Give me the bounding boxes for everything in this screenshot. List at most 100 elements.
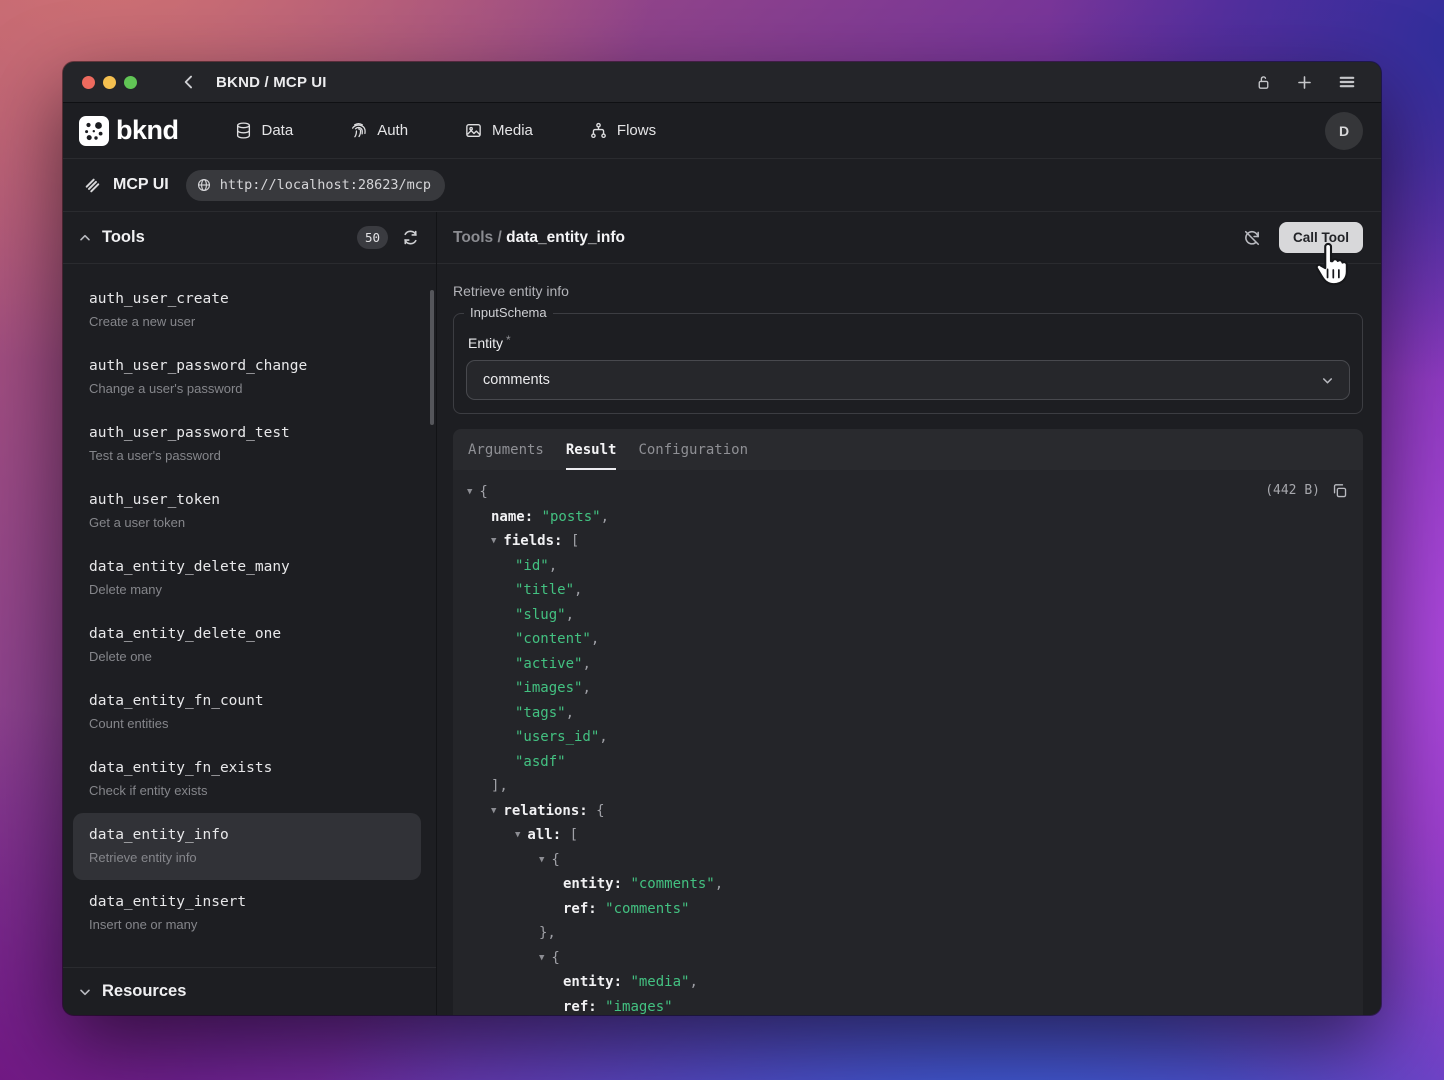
collapse-arrow-icon[interactable]: ▼ — [467, 487, 472, 497]
tool-name: auth_user_token — [89, 489, 416, 512]
json-token: , — [574, 582, 582, 598]
tool-list-item[interactable]: data_entity_fn_existsCheck if entity exi… — [63, 746, 436, 813]
json-token: "users_id" — [515, 729, 599, 745]
tab-arguments[interactable]: Arguments — [468, 429, 544, 470]
database-icon — [234, 121, 253, 140]
collapse-arrow-icon[interactable]: ▼ — [539, 855, 544, 865]
json-token: entity: — [563, 876, 630, 892]
lock-open-icon[interactable] — [1255, 74, 1272, 91]
chevron-down-icon — [1320, 373, 1335, 388]
tool-list-item[interactable]: data_entity_fn_countCount entities — [63, 679, 436, 746]
tool-list-item[interactable]: auth_user_password_changeChange a user's… — [63, 344, 436, 411]
bknd-logo-icon — [79, 116, 109, 146]
json-token: , — [715, 876, 723, 892]
json-token: , — [566, 607, 574, 623]
json-token: , — [599, 729, 607, 745]
nav-item-auth[interactable]: Auth — [349, 121, 408, 140]
tool-name: data_entity_fn_exists — [89, 757, 416, 780]
nav-item-data[interactable]: Data — [234, 121, 294, 140]
entity-select[interactable]: comments — [466, 360, 1350, 400]
json-line: ▼{ — [467, 946, 1349, 971]
json-token: all: — [527, 827, 569, 843]
resources-section-header[interactable]: Resources — [63, 967, 436, 1015]
tool-description: Check if entity exists — [89, 781, 416, 801]
json-token: { — [596, 803, 604, 819]
tool-name: auth_user_create — [89, 288, 416, 311]
tool-list-item[interactable]: data_entity_infoRetrieve entity info — [73, 813, 421, 880]
json-token: relations: — [503, 803, 596, 819]
breadcrumb-section[interactable]: Tools — [453, 229, 493, 246]
maximize-window-button[interactable] — [124, 76, 137, 89]
back-icon[interactable] — [179, 72, 199, 92]
json-token: "tags" — [515, 705, 566, 721]
tool-list-item[interactable]: auth_user_password_testTest a user's pas… — [63, 411, 436, 478]
nav-item-flows[interactable]: Flows — [589, 121, 656, 140]
result-tabs: Arguments Result Configuration — [453, 429, 1363, 470]
tool-list-item[interactable]: auth_user_tokenGet a user token — [63, 478, 436, 545]
breadcrumb-separator: / — [493, 229, 506, 246]
tool-description: Retrieve entity info — [89, 848, 401, 868]
new-tab-icon[interactable] — [1295, 73, 1314, 92]
tool-list-item[interactable]: data_entity_delete_manyDelete many — [63, 545, 436, 612]
bknd-logo[interactable]: bknd — [79, 115, 179, 146]
json-token: [ — [571, 533, 579, 549]
collapse-arrow-icon[interactable]: ▼ — [491, 536, 496, 546]
json-token: { — [551, 950, 559, 966]
json-token: ], — [491, 778, 508, 794]
json-line: ▼ fields: [ — [467, 529, 1349, 554]
refresh-icon[interactable] — [401, 228, 420, 247]
call-tool-button[interactable]: Call Tool — [1279, 222, 1363, 253]
tool-list-item[interactable]: data_entity_delete_oneDelete one — [63, 612, 436, 679]
json-token: "comments" — [630, 876, 714, 892]
mcp-icon — [83, 176, 102, 195]
json-line: }, — [467, 921, 1349, 946]
fingerprint-icon — [349, 121, 368, 140]
tools-section-header[interactable]: Tools 50 — [63, 212, 436, 264]
json-line: "active", — [467, 652, 1349, 677]
minimize-window-button[interactable] — [103, 76, 116, 89]
json-line: ▼ relations: { — [467, 799, 1349, 824]
tool-description: Delete one — [89, 647, 416, 667]
json-token: "slug" — [515, 607, 566, 623]
nav-item-label: Data — [262, 122, 294, 139]
json-line: ▼all: [ — [467, 823, 1349, 848]
top-nav: bknd Data Auth Media Flows D — [63, 103, 1381, 158]
collapse-arrow-icon[interactable]: ▼ — [539, 953, 544, 963]
sidebar-scrollbar[interactable] — [430, 290, 434, 425]
json-token: "asdf" — [515, 754, 566, 770]
mcp-url-pill[interactable]: http://localhost:28623/mcp — [186, 170, 445, 201]
copy-icon[interactable] — [1331, 482, 1348, 499]
json-line: "slug", — [467, 603, 1349, 628]
required-asterisk: * — [506, 333, 511, 347]
json-token: { — [551, 852, 559, 868]
json-line: "title", — [467, 578, 1349, 603]
tool-list-item[interactable]: data_entity_insertInsert one or many — [63, 880, 436, 947]
close-window-button[interactable] — [82, 76, 95, 89]
collapse-arrow-icon[interactable]: ▼ — [515, 830, 520, 840]
json-token: entity: — [563, 974, 630, 990]
json-token: "active" — [515, 656, 582, 672]
json-line: "asdf" — [467, 750, 1349, 775]
json-line: entity: "comments", — [467, 872, 1349, 897]
tool-name: data_entity_delete_one — [89, 623, 416, 646]
json-token: fields: — [503, 533, 570, 549]
chevron-down-icon — [77, 984, 93, 1000]
tab-configuration[interactable]: Configuration — [638, 429, 748, 470]
json-token: "comments" — [605, 901, 689, 917]
collapse-arrow-icon[interactable]: ▼ — [491, 806, 496, 816]
tools-count-badge: 50 — [357, 226, 388, 249]
tool-description: Create a new user — [89, 312, 416, 332]
json-line: "users_id", — [467, 725, 1349, 750]
tab-result[interactable]: Result — [566, 429, 617, 470]
globe-icon — [196, 177, 212, 193]
json-line: ▼{ — [467, 848, 1349, 873]
menu-icon[interactable] — [1337, 72, 1357, 92]
json-token: , — [549, 558, 557, 574]
avatar[interactable]: D — [1325, 112, 1363, 150]
auto-refresh-off-icon[interactable] — [1242, 228, 1262, 248]
nav-item-media[interactable]: Media — [464, 121, 533, 140]
main-panel: Tools / data_entity_info Call Tool Retri… — [437, 212, 1381, 1015]
json-line: ref: "images" — [467, 995, 1349, 1016]
tool-list-item[interactable]: auth_user_createCreate a new user — [63, 277, 436, 344]
json-token: { — [479, 484, 487, 500]
